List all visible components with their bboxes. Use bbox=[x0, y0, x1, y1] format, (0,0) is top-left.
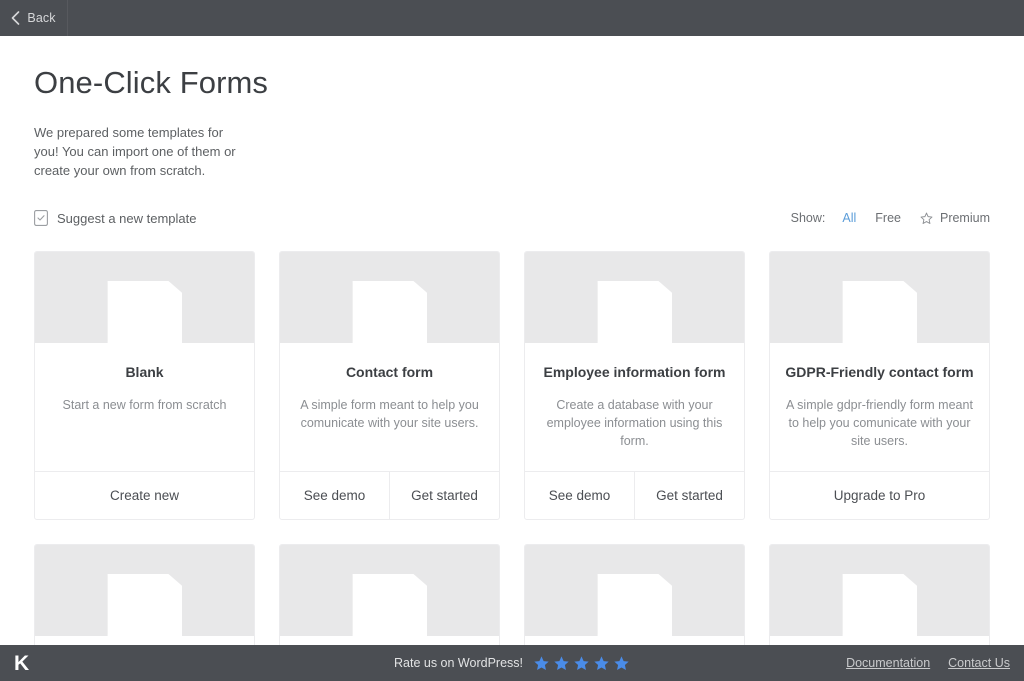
template-card[interactable]: Employee information form Create a datab… bbox=[524, 251, 745, 520]
see-demo-button[interactable]: See demo bbox=[280, 472, 389, 519]
template-card-body: Blank Start a new form from scratch bbox=[35, 343, 254, 471]
document-icon bbox=[107, 281, 182, 343]
document-icon bbox=[842, 281, 917, 343]
footer-bar: K Rate us on WordPress! Documentation Co… bbox=[0, 645, 1024, 681]
filter-all[interactable]: All bbox=[842, 211, 856, 225]
template-thumbnail bbox=[35, 545, 254, 636]
template-description: Create a database with your employee inf… bbox=[546, 398, 723, 448]
toolbar: Suggest a new template Show: All Free Pr… bbox=[34, 206, 990, 230]
star-filled-icon[interactable] bbox=[573, 655, 590, 672]
document-icon bbox=[107, 574, 182, 636]
template-card-actions: Upgrade to Pro bbox=[770, 471, 989, 519]
star-filled-icon[interactable] bbox=[533, 655, 550, 672]
page-content: One-Click Forms We prepared some templat… bbox=[0, 36, 1024, 681]
template-card-actions: See demo Get started bbox=[280, 471, 499, 519]
document-icon bbox=[352, 281, 427, 343]
star-filled-icon[interactable] bbox=[613, 655, 630, 672]
filter-premium[interactable]: Premium bbox=[920, 211, 990, 225]
get-started-button[interactable]: Get started bbox=[389, 472, 499, 519]
template-thumbnail bbox=[525, 545, 744, 636]
star-filled-icon[interactable] bbox=[593, 655, 610, 672]
template-description: A simple form meant to help you comunica… bbox=[300, 398, 479, 430]
template-thumbnail bbox=[770, 252, 989, 343]
documentation-link[interactable]: Documentation bbox=[846, 656, 930, 670]
create-new-button[interactable]: Create new bbox=[35, 472, 254, 519]
template-thumbnail bbox=[280, 252, 499, 343]
checkbox-note-icon bbox=[34, 210, 48, 226]
template-grid: Blank Start a new form from scratch Crea… bbox=[34, 251, 990, 681]
footer-links: Documentation Contact Us bbox=[846, 656, 1010, 670]
template-thumbnail bbox=[280, 545, 499, 636]
template-card[interactable]: Contact form A simple form meant to help… bbox=[279, 251, 500, 520]
template-description: A simple gdpr-friendly form meant to hel… bbox=[786, 398, 973, 448]
filter-premium-label: Premium bbox=[939, 211, 990, 225]
back-label: Back bbox=[27, 11, 56, 25]
template-card-body: Contact form A simple form meant to help… bbox=[280, 343, 499, 471]
star-outline-icon bbox=[920, 212, 933, 225]
document-icon bbox=[352, 574, 427, 636]
filter-free[interactable]: Free bbox=[875, 211, 901, 225]
page-title: One-Click Forms bbox=[34, 65, 269, 100]
template-card[interactable]: Blank Start a new form from scratch Crea… bbox=[34, 251, 255, 520]
show-label: Show: bbox=[790, 211, 826, 225]
back-button[interactable]: Back bbox=[0, 0, 68, 36]
star-filled-icon[interactable] bbox=[553, 655, 570, 672]
template-title: Blank bbox=[125, 364, 164, 380]
kali-forms-logo: K bbox=[14, 651, 29, 675]
template-title: GDPR-Friendly contact form bbox=[785, 364, 974, 380]
rate-us-label: Rate us on WordPress! bbox=[394, 656, 523, 670]
template-card-actions: See demo Get started bbox=[525, 471, 744, 519]
template-title: Employee information form bbox=[543, 364, 726, 380]
template-thumbnail bbox=[525, 252, 744, 343]
template-thumbnail bbox=[35, 252, 254, 343]
top-bar: Back bbox=[0, 0, 1024, 36]
template-card[interactable]: GDPR-Friendly contact form A simple gdpr… bbox=[769, 251, 990, 520]
template-thumbnail bbox=[770, 545, 989, 636]
document-icon bbox=[597, 574, 672, 636]
page-description: We prepared some templates for you! You … bbox=[34, 125, 236, 178]
see-demo-button[interactable]: See demo bbox=[525, 472, 634, 519]
document-icon bbox=[842, 574, 917, 636]
template-card-body: Employee information form Create a datab… bbox=[525, 343, 744, 471]
upgrade-to-pro-button[interactable]: Upgrade to Pro bbox=[770, 472, 989, 519]
suggest-new-template-label: Suggest a new template bbox=[57, 210, 197, 226]
template-card-body: GDPR-Friendly contact form A simple gdpr… bbox=[770, 343, 989, 471]
chevron-left-icon bbox=[11, 11, 20, 25]
star-rating[interactable] bbox=[533, 655, 630, 672]
get-started-button[interactable]: Get started bbox=[634, 472, 744, 519]
suggest-new-template-link[interactable]: Suggest a new template bbox=[34, 210, 196, 226]
document-icon bbox=[597, 281, 672, 343]
template-description: Start a new form from scratch bbox=[62, 398, 227, 412]
template-title: Contact form bbox=[345, 364, 434, 380]
contact-us-link[interactable]: Contact Us bbox=[948, 656, 1010, 670]
template-card-actions: Create new bbox=[35, 471, 254, 519]
show-filter-group: Show: All Free Premium bbox=[791, 211, 990, 225]
